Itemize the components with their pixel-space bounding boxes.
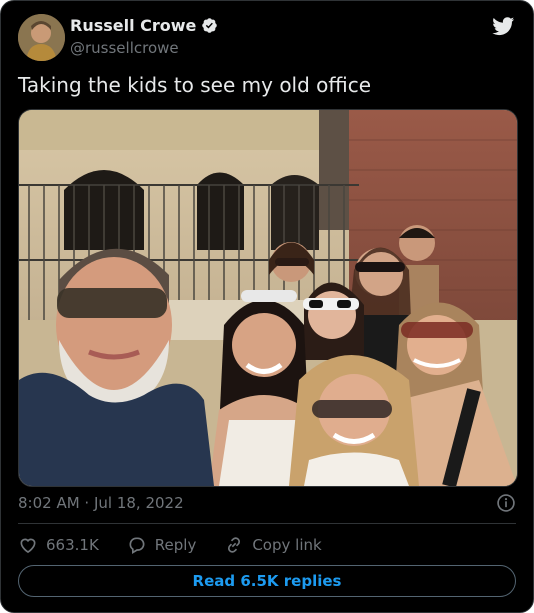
author-avatar[interactable] (18, 14, 65, 61)
tweet-card: Russell Crowe @russellcrowe Taking the k… (0, 0, 534, 613)
link-icon (228, 537, 241, 553)
heart-icon (20, 538, 36, 554)
twitter-logo-icon[interactable] (491, 15, 516, 37)
info-icon[interactable] (496, 493, 516, 513)
reply-icon (129, 537, 145, 554)
author-name[interactable]: Russell Crowe (70, 16, 196, 35)
tweet-photo[interactable] (18, 109, 518, 487)
divider (18, 523, 516, 524)
author-handle[interactable]: @russellcrowe (70, 39, 179, 57)
author-name-row[interactable]: Russell Crowe (70, 16, 218, 35)
copy-link-label: Copy link (252, 536, 322, 554)
verified-badge-icon (202, 18, 218, 33)
tweet-timestamp[interactable]: 8:02 AM · Jul 18, 2022 (18, 494, 184, 512)
like-count: 663.1K (46, 536, 99, 554)
copy-link-button[interactable]: Copy link (224, 535, 322, 555)
reply-button[interactable]: Reply (127, 535, 197, 555)
read-replies-button[interactable]: Read 6.5K replies (18, 565, 516, 597)
action-bar: 663.1K Reply Copy link (18, 533, 350, 557)
reply-label: Reply (154, 536, 197, 554)
like-button[interactable]: 663.1K (18, 535, 99, 555)
tweet-text: Taking the kids to see my old office (18, 73, 372, 97)
